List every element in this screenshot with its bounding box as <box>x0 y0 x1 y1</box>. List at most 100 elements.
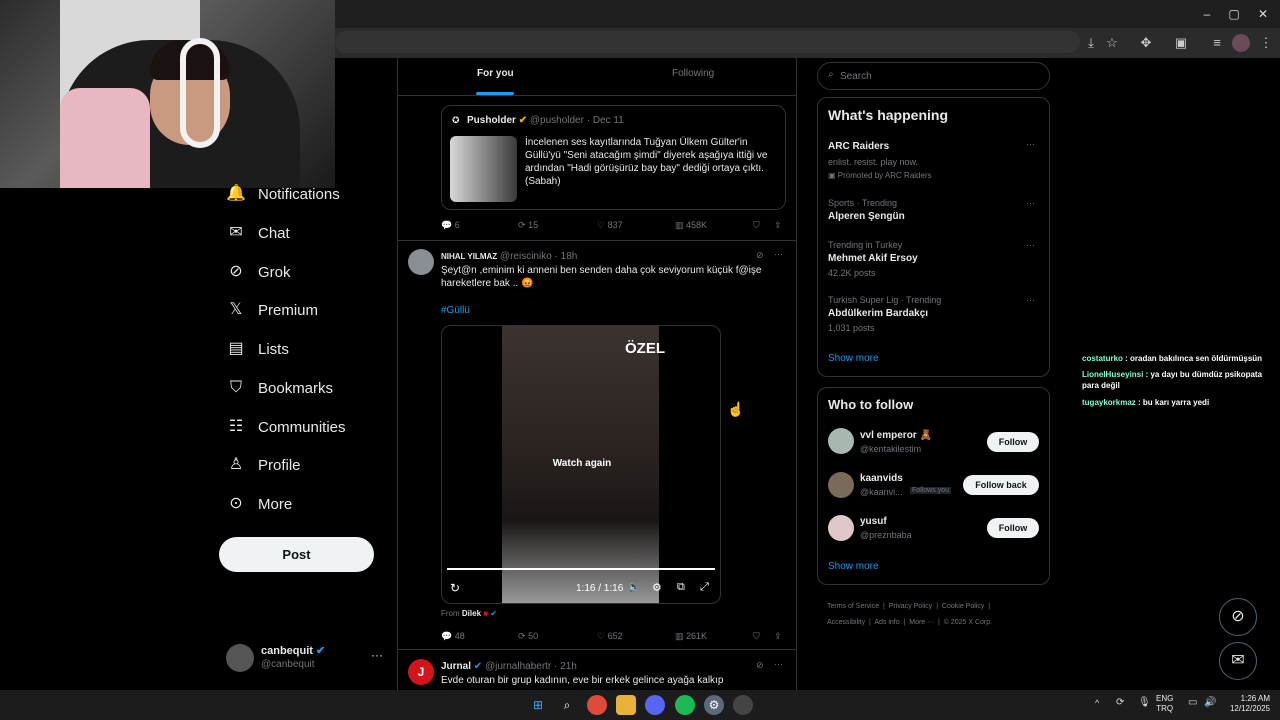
footer-link[interactable]: Terms of Service <box>827 603 879 610</box>
more-icon[interactable]: ··· <box>1026 295 1035 305</box>
footer-link[interactable]: Ads info <box>874 619 899 626</box>
volume-icon[interactable]: 🔊 <box>1204 697 1216 708</box>
reply-button[interactable]: 💬 48 <box>441 631 465 642</box>
repost-button[interactable]: ⟳ 15 <box>518 220 538 231</box>
fullscreen-icon[interactable]: ⤢ <box>700 581 709 594</box>
footer-link[interactable]: Privacy Policy <box>889 603 933 610</box>
extensions-icon[interactable]: ✥ <box>1137 34 1155 52</box>
volume-icon[interactable]: 🔈 <box>628 582 640 593</box>
nav-grok[interactable]: ⊘ Grok <box>226 257 290 287</box>
follow-button[interactable]: Follow <box>987 432 1039 452</box>
repost-button[interactable]: ⟳ 50 <box>518 631 538 642</box>
quote-tweet[interactable]: ✪ Pusholder ✔ @pusholder · Dec 11 İncele… <box>441 105 786 210</box>
profile-icon[interactable] <box>1232 34 1250 52</box>
like-button[interactable]: ♡ 837 <box>597 220 623 231</box>
trend-item[interactable]: Turkish Super Lig · Trending Abdülkerim … <box>828 295 1040 337</box>
discord-icon[interactable] <box>645 695 665 715</box>
share-icon[interactable]: ⇪ <box>774 220 782 231</box>
tab-following[interactable]: Following <box>672 68 714 79</box>
tray-app-icon[interactable]: ⟳ <box>1116 697 1124 708</box>
replay-icon[interactable]: ↻ <box>450 581 460 595</box>
tray-chevron-icon[interactable]: ^ <box>1095 698 1099 708</box>
mail-icon: ✉ <box>229 224 243 241</box>
show-more-link[interactable]: Show more <box>828 561 879 572</box>
trend-item[interactable]: Trending in Turkey Mehmet Akif Ersoy 42.… <box>828 240 1040 282</box>
avatar[interactable] <box>828 472 854 498</box>
nav-notifications[interactable]: 🔔 Notifications <box>226 179 340 209</box>
install-icon[interactable]: ⤓ <box>1082 34 1100 52</box>
avatar[interactable]: J <box>408 659 434 685</box>
nav-premium[interactable]: 𝕏 Premium <box>226 295 318 325</box>
hashtag-link[interactable]: #Güllü <box>441 304 470 317</box>
avatar[interactable] <box>828 515 854 541</box>
more-icon[interactable]: ··· <box>1026 240 1035 250</box>
media-icon[interactable]: ≡ <box>1208 34 1226 52</box>
views-button[interactable]: ▥ 458K <box>675 220 707 231</box>
footer-link[interactable]: More ··· <box>909 619 934 626</box>
follow-name[interactable]: yusuf <box>860 516 887 527</box>
watch-again-button[interactable]: Watch again <box>442 458 720 469</box>
clock[interactable]: 1:26 AM 12/12/2025 <box>1222 694 1270 714</box>
chrome-icon[interactable] <box>587 695 607 715</box>
whats-happening-panel: What's happening ARC Raiders enlist. res… <box>817 97 1050 377</box>
avatar[interactable] <box>828 428 854 454</box>
spotify-icon[interactable] <box>675 695 695 715</box>
nav-chat[interactable]: ✉ Chat <box>226 218 289 248</box>
follow-name[interactable]: kaanvids <box>860 473 903 484</box>
nav-profile[interactable]: ♙ Profile <box>226 450 301 480</box>
sidebar-icon[interactable]: ▣ <box>1172 34 1190 52</box>
close-button[interactable]: ✕ <box>1246 4 1280 24</box>
footer-link[interactable]: Cookie Policy <box>942 603 984 610</box>
start-icon[interactable]: ⊞ <box>528 695 548 715</box>
trend-item[interactable]: Sports · Trending Alperen Şengün ··· <box>828 198 1040 228</box>
nav-more[interactable]: ⊙ More <box>226 489 292 519</box>
like-button[interactable]: ♡ 652 <box>597 631 623 642</box>
settings-icon[interactable]: ⚙ <box>652 581 662 594</box>
folder-icon[interactable] <box>616 695 636 715</box>
more-icon[interactable]: ··· <box>1026 139 1035 149</box>
nav-bookmarks[interactable]: ⛉ Bookmarks <box>226 373 333 403</box>
messages-fab-icon[interactable]: ✉ <box>1219 642 1257 680</box>
bookmark-icon[interactable]: ⛉ <box>753 220 760 231</box>
avatar[interactable] <box>408 249 434 275</box>
nav-communities[interactable]: ☷ Communities <box>226 412 346 442</box>
account-more-icon[interactable]: ··· <box>371 648 383 662</box>
tweet-author[interactable]: NIHAL YILMAZ @reisciniko · 18h <box>441 250 577 263</box>
follow-back-button[interactable]: Follow back <box>963 475 1039 495</box>
search-icon[interactable]: ⌕ <box>557 695 577 715</box>
reply-button[interactable]: 💬 6 <box>441 220 460 231</box>
views-button[interactable]: ▥ 261K <box>675 631 707 642</box>
trend-item[interactable]: ARC Raiders enlist. resist. play now. ▣ … <box>828 139 1040 184</box>
tweet-author[interactable]: Jurnal ✔ @jurnalhabertr · 21h <box>441 660 577 673</box>
grok-fab-icon[interactable]: ⊘ <box>1219 598 1257 636</box>
address-bar[interactable] <box>335 31 1080 53</box>
follow-handle: @kentakilestim <box>860 444 922 454</box>
more-icon[interactable]: ··· <box>1026 198 1035 208</box>
account-switcher[interactable]: canbequit ✔ @canbequit ··· <box>226 642 386 678</box>
more-icon[interactable]: ··· <box>774 659 783 669</box>
follow-button[interactable]: Follow <box>987 518 1039 538</box>
post-button[interactable]: Post <box>219 537 374 572</box>
video-player[interactable]: ÖZEL Watch again ↻ 1:16 / 1:16 🔈 ⚙ ⧉ ⤢ <box>441 325 721 604</box>
follow-name[interactable]: vvl emperor 🧸 <box>860 430 932 441</box>
tab-for-you[interactable]: For you <box>477 68 514 79</box>
settings-icon[interactable]: ⚙ <box>704 695 724 715</box>
footer-link[interactable]: Accessibility <box>827 619 865 626</box>
grok-icon[interactable]: ⊘ <box>756 660 764 671</box>
nav-lists[interactable]: ▤ Lists <box>226 334 288 364</box>
video-progress-bar[interactable] <box>447 568 715 570</box>
menu-icon[interactable]: ⋮ <box>1257 34 1275 52</box>
more-icon[interactable]: ··· <box>774 249 783 259</box>
microphone-icon[interactable]: 🎙 <box>1138 697 1151 708</box>
network-icon[interactable]: ▭ <box>1188 697 1197 708</box>
search-input[interactable]: ⌕ Search <box>817 62 1050 90</box>
show-more-link[interactable]: Show more <box>828 353 879 364</box>
share-icon[interactable]: ⇪ <box>774 631 782 642</box>
bookmark-icon[interactable]: ⛉ <box>753 631 760 642</box>
language-indicator[interactable]: ENG TRQ <box>1156 694 1173 714</box>
app-icon[interactable] <box>733 695 753 715</box>
video-source[interactable]: From Dilek ■ ✔ <box>441 609 497 618</box>
star-icon[interactable]: ☆ <box>1103 34 1121 52</box>
grok-icon[interactable]: ⊘ <box>756 250 764 261</box>
pip-icon[interactable]: ⧉ <box>677 581 685 594</box>
